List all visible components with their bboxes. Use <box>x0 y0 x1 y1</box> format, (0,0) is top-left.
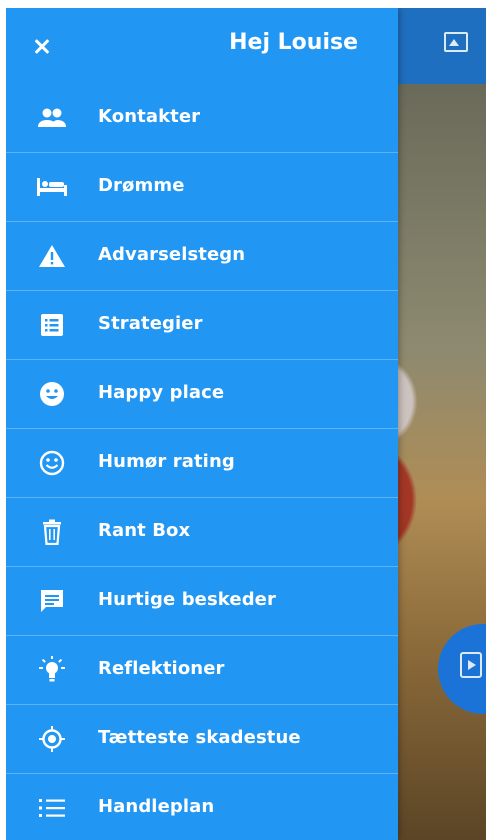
menu-item-taetteste-skadestue[interactable]: Tætteste skadestue <box>6 705 398 774</box>
screen: Hej Louise Kontakter Drømme Advarselsteg… <box>6 8 486 840</box>
bed-icon <box>36 173 68 201</box>
menu-item-label: Rant Box <box>98 520 191 541</box>
menu-item-dromme[interactable]: Drømme <box>6 153 398 222</box>
menu-item-happy-place[interactable]: Happy place <box>6 360 398 429</box>
lightbulb-icon <box>36 656 68 684</box>
menu-item-label: Handleplan <box>98 796 215 817</box>
warning-icon <box>36 242 68 270</box>
close-icon[interactable] <box>26 30 58 62</box>
menu-item-label: Tætteste skadestue <box>98 727 301 748</box>
smiley-filled-icon <box>36 380 68 408</box>
gallery-icon[interactable] <box>444 32 468 52</box>
menu-item-handleplan[interactable]: Handleplan <box>6 774 398 840</box>
menu-item-label: Reflektioner <box>98 658 225 679</box>
video-icon <box>460 652 482 678</box>
smiley-outline-icon <box>36 449 68 477</box>
trash-icon <box>36 518 68 546</box>
menu-item-humor-rating[interactable]: Humør rating <box>6 429 398 498</box>
menu-item-label: Hurtige beskeder <box>98 589 276 610</box>
menu-item-label: Strategier <box>98 313 203 334</box>
menu-item-kontakter[interactable]: Kontakter <box>6 84 398 153</box>
menu-item-advarselstegn[interactable]: Advarselstegn <box>6 222 398 291</box>
drawer-header: Hej Louise <box>6 8 398 84</box>
menu-item-label: Happy place <box>98 382 225 403</box>
target-icon <box>36 725 68 753</box>
menu-item-label: Advarselstegn <box>98 244 246 265</box>
menu-item-strategier[interactable]: Strategier <box>6 291 398 360</box>
greeting-title: Hej Louise <box>229 30 358 55</box>
drawer-menu: Kontakter Drømme Advarselstegn Strategie… <box>6 84 398 840</box>
navigation-drawer: Hej Louise Kontakter Drømme Advarselsteg… <box>6 8 398 840</box>
contacts-icon <box>36 104 68 132</box>
list-box-icon <box>36 311 68 339</box>
menu-item-rant-box[interactable]: Rant Box <box>6 498 398 567</box>
menu-item-label: Humør rating <box>98 451 235 472</box>
menu-item-hurtige-beskeder[interactable]: Hurtige beskeder <box>6 567 398 636</box>
menu-item-label: Kontakter <box>98 106 201 127</box>
menu-item-label: Drømme <box>98 175 185 196</box>
message-icon <box>36 587 68 615</box>
menu-item-reflektioner[interactable]: Reflektioner <box>6 636 398 705</box>
list-icon <box>36 794 68 822</box>
